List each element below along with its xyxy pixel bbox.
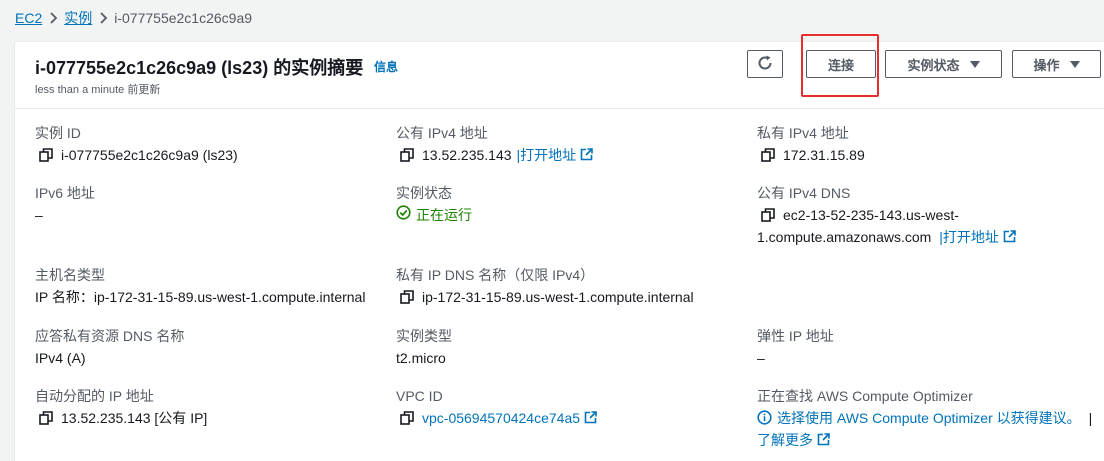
elastic-ip-value: – bbox=[757, 350, 765, 366]
caret-down-icon bbox=[969, 60, 980, 68]
public-dns-value-line1: ec2-13-52-235-143.us-west- bbox=[783, 207, 959, 223]
field-label: 私有 IPv4 地址 bbox=[757, 125, 849, 141]
copy-icon[interactable] bbox=[400, 411, 414, 425]
chevron-right-icon bbox=[42, 12, 64, 24]
connect-button[interactable]: 连接 bbox=[806, 50, 876, 78]
info-link[interactable]: 信息 bbox=[374, 58, 398, 75]
public-ipv4-value: 13.52.235.143 bbox=[422, 147, 512, 163]
field-label: 弹性 IP 地址 bbox=[757, 328, 834, 344]
field-instance-type: 实例类型 t2.micro bbox=[396, 326, 452, 369]
external-link-icon bbox=[813, 432, 830, 448]
field-label: 自动分配的 IP 地址 bbox=[35, 388, 154, 404]
field-elastic-ip: 弹性 IP 地址 – bbox=[757, 326, 834, 369]
info-circle-icon bbox=[757, 410, 777, 426]
panel-header: i-077755e2c1c26c9a9 (ls23) 的实例摘要 信息 less… bbox=[15, 34, 1104, 109]
instance-id-value: i-077755e2c1c26c9a9 (ls23) bbox=[61, 147, 238, 163]
compute-optimizer-opt-in-link[interactable]: 选择使用 AWS Compute Optimizer 以获得建议。 bbox=[757, 407, 1081, 429]
breadcrumb-instances-link[interactable]: 实例 bbox=[64, 8, 92, 28]
copy-icon[interactable] bbox=[39, 148, 53, 162]
public-dns-value-line2: 1.compute.amazonaws.com bbox=[757, 229, 932, 245]
hostname-type-value: IP 名称：ip-172-31-15-89.us-west-1.compute.… bbox=[35, 289, 366, 305]
private-dns-value: ip-172-31-15-89.us-west-1.compute.intern… bbox=[422, 289, 694, 305]
breadcrumb-ec2-link[interactable]: EC2 bbox=[15, 10, 42, 26]
copy-icon[interactable] bbox=[400, 290, 414, 304]
page-title: i-077755e2c1c26c9a9 (ls23) 的实例摘要 bbox=[35, 58, 364, 78]
actions-label: 操作 bbox=[1033, 57, 1060, 73]
copy-icon[interactable] bbox=[400, 148, 414, 162]
field-label: 实例类型 bbox=[396, 328, 452, 344]
learn-more-link[interactable]: 了解更多 bbox=[757, 432, 830, 448]
actions-dropdown[interactable]: 操作 bbox=[1012, 50, 1101, 78]
ipv6-value: – bbox=[35, 207, 43, 223]
copy-icon[interactable] bbox=[761, 148, 775, 162]
field-ipv6: IPv6 地址 – bbox=[35, 183, 95, 226]
copy-icon[interactable] bbox=[761, 208, 775, 222]
refresh-button[interactable] bbox=[747, 50, 783, 78]
field-instance-state: 实例状态 正在运行 bbox=[396, 183, 472, 226]
field-label: 私有 IP DNS 名称（仅限 IPv4） bbox=[396, 267, 595, 283]
check-circle-icon bbox=[396, 204, 416, 226]
field-instance-id: 实例 ID i-077755e2c1c26c9a9 (ls23) bbox=[35, 123, 238, 166]
external-link-icon bbox=[580, 410, 597, 426]
link-separator: | bbox=[1088, 410, 1093, 426]
field-public-dns: 公有 IPv4 DNS ec2-13-52-235-143.us-west- 1… bbox=[757, 183, 1016, 248]
field-private-dns: 私有 IP DNS 名称（仅限 IPv4） ip-172-31-15-89.us… bbox=[396, 265, 694, 308]
caret-down-icon bbox=[1069, 60, 1080, 68]
field-compute-optimizer: 正在查找 AWS Compute Optimizer 选择使用 AWS Comp… bbox=[757, 386, 1092, 451]
field-label: 正在查找 AWS Compute Optimizer bbox=[757, 388, 973, 404]
instance-type-value: t2.micro bbox=[396, 350, 446, 366]
field-answer-dns: 应答私有资源 DNS 名称 IPv4 (A) bbox=[35, 326, 184, 369]
last-updated-text: less than a minute 前更新 bbox=[35, 84, 161, 96]
field-auto-ip: 自动分配的 IP 地址 13.52.235.143 [公有 IP] bbox=[35, 386, 207, 429]
open-address-link[interactable]: |打开地址 bbox=[517, 144, 594, 166]
copy-icon[interactable] bbox=[39, 411, 53, 425]
external-link-icon bbox=[576, 147, 593, 163]
open-dns-address-link[interactable]: |打开地址 bbox=[939, 229, 1016, 245]
field-label: 公有 IPv4 DNS bbox=[757, 185, 851, 201]
field-label: 主机名类型 bbox=[35, 267, 105, 283]
field-private-ipv4: 私有 IPv4 地址 172.31.15.89 bbox=[757, 123, 865, 166]
field-public-ipv4: 公有 IPv4 地址 13.52.235.143 |打开地址 bbox=[396, 123, 593, 166]
auto-ip-value: 13.52.235.143 [公有 IP] bbox=[61, 410, 208, 426]
field-label: 应答私有资源 DNS 名称 bbox=[35, 328, 185, 344]
breadcrumb: EC2 实例 i-077755e2c1c26c9a9 bbox=[15, 8, 252, 28]
answer-dns-value: IPv4 (A) bbox=[35, 350, 86, 366]
instance-state-dropdown[interactable]: 实例状态 bbox=[885, 50, 1002, 78]
chevron-right-icon bbox=[92, 12, 114, 24]
field-label: 公有 IPv4 地址 bbox=[396, 125, 488, 141]
instance-summary-panel: i-077755e2c1c26c9a9 (ls23) 的实例摘要 信息 less… bbox=[15, 34, 1104, 461]
refresh-icon bbox=[756, 54, 774, 75]
breadcrumb-current: i-077755e2c1c26c9a9 bbox=[114, 10, 253, 26]
instance-state-label: 实例状态 bbox=[907, 57, 960, 73]
field-vpc-id: VPC ID vpc-05694570424ce74a5 bbox=[396, 386, 597, 429]
field-hostname-type: 主机名类型 IP 名称：ip-172-31-15-89.us-west-1.co… bbox=[35, 265, 365, 308]
external-link-icon bbox=[999, 229, 1016, 245]
vpc-id-link[interactable]: vpc-05694570424ce74a5 bbox=[422, 407, 597, 429]
private-ipv4-value: 172.31.15.89 bbox=[783, 147, 865, 163]
field-label: 实例状态 bbox=[396, 185, 452, 201]
instance-state-value: 正在运行 bbox=[416, 207, 472, 223]
field-label: 实例 ID bbox=[35, 125, 81, 141]
field-label: VPC ID bbox=[396, 388, 443, 404]
field-label: IPv6 地址 bbox=[35, 185, 95, 201]
